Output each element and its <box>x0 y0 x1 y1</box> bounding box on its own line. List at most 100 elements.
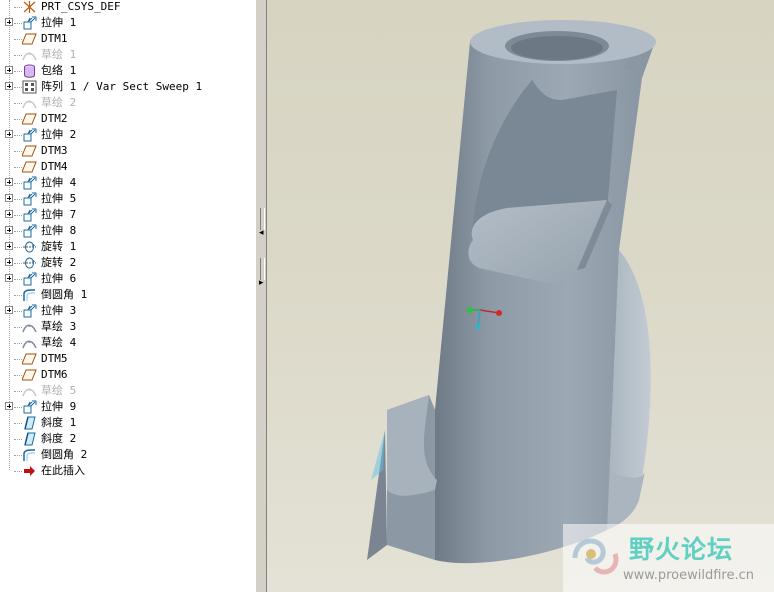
tree-item[interactable]: PRT_CSYS_DEF <box>0 0 255 15</box>
tree-branch-line <box>14 471 22 472</box>
tree-item-label: 包络 1 <box>41 64 77 77</box>
tree-item[interactable]: 包络 1 <box>0 63 255 79</box>
tree-item[interactable]: 旋转 1 <box>0 239 255 255</box>
extrude-icon <box>22 208 37 222</box>
tree-item-label: 拉伸 6 <box>41 272 77 285</box>
expand-toggle-icon[interactable] <box>5 226 13 234</box>
expand-arrow-icon[interactable]: ▸ <box>259 278 264 288</box>
tree-item[interactable]: 草绘 5 <box>0 383 255 399</box>
tree-item[interactable]: 草绘 4 <box>0 335 255 351</box>
tree-item[interactable]: DTM6 <box>0 367 255 383</box>
extrude-icon <box>22 224 37 238</box>
3d-model-view[interactable] <box>267 0 774 592</box>
tree-branch-line <box>14 135 22 136</box>
tree-item[interactable]: 旋转 2 <box>0 255 255 271</box>
tree-item[interactable]: 在此插入 <box>0 463 255 479</box>
tree-item-label: 草绘 4 <box>41 336 77 349</box>
tree-item-label: 阵列 1 / Var Sect Sweep 1 <box>41 80 203 93</box>
tree-item-label: 拉伸 8 <box>41 224 77 237</box>
tree-branch-line <box>14 247 22 248</box>
expand-toggle-icon[interactable] <box>5 306 13 314</box>
tree-item[interactable]: 草绘 3 <box>0 319 255 335</box>
tree-item-label: 拉伸 5 <box>41 192 77 205</box>
tree-item-label: DTM3 <box>41 144 68 157</box>
tree-item[interactable]: 拉伸 4 <box>0 175 255 191</box>
sketch-icon <box>22 320 37 334</box>
tree-item[interactable]: 拉伸 2 <box>0 127 255 143</box>
tree-item[interactable]: 草绘 1 <box>0 47 255 63</box>
sketch-icon <box>22 384 37 398</box>
tree-branch-line <box>14 327 22 328</box>
model-back-lower[interactable] <box>607 470 645 530</box>
watermark-url: www.proewildfire.cn <box>623 568 754 583</box>
tree-item[interactable]: 倒圆角 2 <box>0 447 255 463</box>
expand-toggle-icon[interactable] <box>5 210 13 218</box>
tree-item[interactable]: 斜度 2 <box>0 431 255 447</box>
extrude-icon <box>22 272 37 286</box>
pattern-icon <box>22 80 37 94</box>
expand-toggle-icon[interactable] <box>5 82 13 90</box>
extrude-icon <box>22 176 37 190</box>
tree-item[interactable]: 拉伸 1 <box>0 15 255 31</box>
expand-toggle-icon[interactable] <box>5 242 13 250</box>
expand-toggle-icon[interactable] <box>5 18 13 26</box>
tree-item[interactable]: 倒圆角 1 <box>0 287 255 303</box>
tree-branch-line <box>14 167 22 168</box>
tree-item[interactable]: DTM1 <box>0 31 255 47</box>
tree-branch-line <box>14 39 22 40</box>
expand-toggle-icon[interactable] <box>5 274 13 282</box>
tree-item[interactable]: 草绘 2 <box>0 95 255 111</box>
expand-toggle-icon[interactable] <box>5 194 13 202</box>
tree-item-label: DTM2 <box>41 112 68 125</box>
forum-watermark: 野火论坛 www.proewildfire.cn <box>563 524 774 592</box>
tree-item[interactable]: 拉伸 6 <box>0 271 255 287</box>
tree-item[interactable]: 阵列 1 / Var Sect Sweep 1 <box>0 79 255 95</box>
tree-branch-line <box>14 183 22 184</box>
expand-toggle-icon[interactable] <box>5 402 13 410</box>
tree-item-label: 草绘 2 <box>41 96 77 109</box>
tree-item[interactable]: DTM3 <box>0 143 255 159</box>
tree-branch-line <box>14 151 22 152</box>
tree-item-label: 草绘 1 <box>41 48 77 61</box>
tree-item[interactable]: DTM4 <box>0 159 255 175</box>
draft-icon <box>22 416 37 430</box>
tree-item[interactable]: DTM2 <box>0 111 255 127</box>
tree-item-label: PRT_CSYS_DEF <box>41 0 121 13</box>
expand-toggle-icon[interactable] <box>5 130 13 138</box>
tree-item[interactable]: 拉伸 3 <box>0 303 255 319</box>
tree-branch-line <box>14 215 22 216</box>
sketch-icon <box>22 96 37 110</box>
graphics-window[interactable]: 野火论坛 www.proewildfire.cn <box>267 0 774 592</box>
tree-item-label: DTM1 <box>41 32 68 45</box>
tree-branch-line <box>14 7 22 8</box>
splitter-grip[interactable] <box>260 258 265 280</box>
tree-item-label: 拉伸 3 <box>41 304 77 317</box>
expand-toggle-icon[interactable] <box>5 178 13 186</box>
extrude-icon <box>22 128 37 142</box>
round-icon <box>22 448 37 462</box>
tree-branch-line <box>14 23 22 24</box>
tree-item[interactable]: DTM5 <box>0 351 255 367</box>
tree-item[interactable]: 斜度 1 <box>0 415 255 431</box>
panel-splitter[interactable]: ◂ ▸ <box>255 0 267 592</box>
tree-item-label: 在此插入 <box>41 464 85 477</box>
tree-item-label: 拉伸 7 <box>41 208 77 221</box>
tree-item[interactable]: 拉伸 7 <box>0 207 255 223</box>
expand-toggle-icon[interactable] <box>5 258 13 266</box>
tree-item[interactable]: 拉伸 5 <box>0 191 255 207</box>
expand-toggle-icon[interactable] <box>5 66 13 74</box>
datum-plane-icon <box>21 160 37 174</box>
tree-item-label: 倒圆角 2 <box>41 448 88 461</box>
model-bore-inner <box>511 36 603 60</box>
tree-branch-line <box>14 87 22 88</box>
tree-item[interactable]: 拉伸 9 <box>0 399 255 415</box>
tree-branch-line <box>14 71 22 72</box>
model-tree-panel: PRT_CSYS_DEF 拉伸 1 DTM1 草绘 1 包络 1 阵列 1 / Var S… <box>0 0 255 592</box>
tree-branch-line <box>14 391 22 392</box>
tree-branch-line <box>14 359 22 360</box>
collapse-arrow-icon[interactable]: ◂ <box>259 228 264 238</box>
tree-branch-line <box>14 343 22 344</box>
splitter-grip[interactable] <box>260 208 265 230</box>
tree-item[interactable]: 拉伸 8 <box>0 223 255 239</box>
tree-branch-line <box>14 199 22 200</box>
